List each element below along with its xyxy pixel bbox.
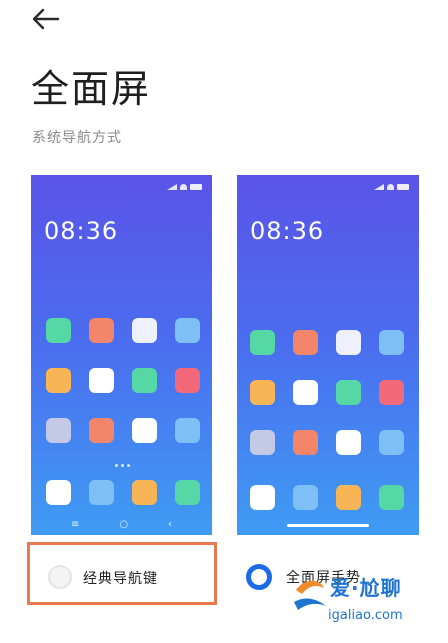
app-icon: [250, 330, 275, 355]
app-icon: [132, 318, 157, 343]
navigation-keys: ≡ ○ ‹: [31, 513, 212, 535]
battery-icon: [190, 184, 202, 190]
wifi-icon: [180, 184, 187, 190]
page-indicator: [115, 464, 130, 467]
gesture-bar: [287, 524, 369, 527]
app-icon: [89, 418, 114, 443]
app-icon: [336, 380, 361, 405]
section-label: 系统导航方式: [32, 130, 122, 146]
app-icon: [293, 330, 318, 355]
app-icon: [250, 485, 275, 510]
option-label: 经典导航键: [83, 571, 158, 587]
page-title: 全面屏: [31, 67, 152, 111]
app-icon: [46, 318, 71, 343]
app-icon: [336, 330, 361, 355]
watermark-url: igaliao.com: [328, 608, 403, 623]
radio-unselected[interactable]: [48, 565, 72, 589]
app-icon: [46, 418, 71, 443]
battery-icon: [397, 184, 409, 190]
app-icon: [132, 368, 157, 393]
app-icon: [46, 480, 71, 505]
app-icon: [293, 380, 318, 405]
app-icon: [89, 318, 114, 343]
home-key-icon: ○: [119, 518, 129, 530]
app-icon: [250, 380, 275, 405]
app-icon: [379, 330, 404, 355]
watermark-title: 爱·尬聊: [330, 576, 402, 600]
app-icon: [293, 430, 318, 455]
signal-icon: [374, 184, 384, 190]
app-icon: [89, 368, 114, 393]
status-bar: [167, 183, 202, 191]
app-icon: [175, 368, 200, 393]
app-icon: [175, 318, 200, 343]
option-classic-navigation[interactable]: 经典导航键: [27, 542, 217, 605]
app-icon: [175, 418, 200, 443]
status-bar: [374, 183, 409, 191]
app-icon: [379, 380, 404, 405]
app-icon: [379, 430, 404, 455]
app-icon: [250, 430, 275, 455]
preview-gesture-navigation[interactable]: 08:36: [237, 175, 419, 535]
wifi-icon: [387, 184, 394, 190]
preview-clock: 08:36: [44, 217, 119, 245]
app-icon: [379, 485, 404, 510]
arrow-left-icon: [32, 8, 60, 30]
app-icon: [336, 485, 361, 510]
back-button[interactable]: [30, 4, 64, 34]
preview-clock: 08:36: [250, 217, 325, 245]
app-icon: [89, 480, 114, 505]
app-icon: [132, 480, 157, 505]
app-icon: [293, 485, 318, 510]
app-icon: [46, 368, 71, 393]
watermark-logo-icon: [294, 580, 326, 610]
menu-key-icon: ≡: [70, 518, 80, 530]
radio-selected[interactable]: [246, 564, 272, 590]
back-key-icon: ‹: [168, 518, 172, 530]
app-icon: [175, 480, 200, 505]
watermark: 爱·尬聊 igaliao.com: [290, 568, 440, 638]
preview-classic-navigation[interactable]: 08:36 ≡ ○ ‹: [31, 175, 212, 535]
signal-icon: [167, 184, 177, 190]
app-icon: [132, 418, 157, 443]
app-icon: [336, 430, 361, 455]
